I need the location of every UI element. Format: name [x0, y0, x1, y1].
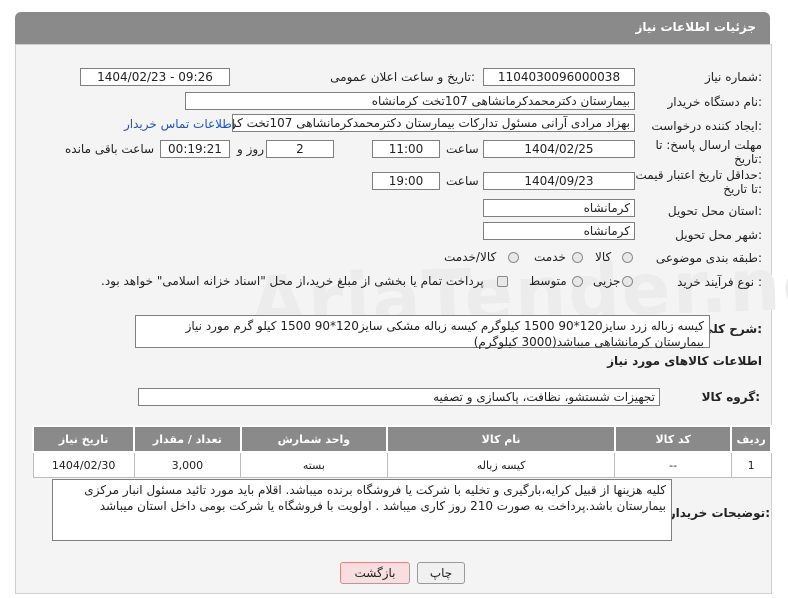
treasury-payment-note: پرداخت تمام یا بخشی از مبلغ خرید،از محل … [101, 274, 484, 288]
deadline-label: مهلت ارسال پاسخ: تا [655, 138, 762, 152]
validity-label: حداقل تاریخ اعتبار قیمت: [635, 168, 762, 182]
province-label: استان محل تحویل: [667, 204, 762, 218]
process-medium-radio[interactable] [572, 276, 583, 287]
province-field[interactable]: کرمانشاه [483, 199, 635, 217]
treasury-payment-checkbox[interactable] [497, 276, 508, 287]
days-remaining-field[interactable]: 2 [266, 140, 334, 158]
buyer-org-field[interactable]: بیمارستان دکترمحمدکرمانشاهی 107تخت کرمان… [185, 92, 635, 110]
need-number-label: شماره نیاز: [704, 70, 762, 84]
cell-unit: بسته [240, 451, 388, 478]
time-remaining-field[interactable]: 00:19:21 [160, 140, 230, 158]
cell-row-number: 1 [730, 451, 772, 478]
announce-datetime-label: تاریخ و ساعت اعلان عمومی: [330, 70, 475, 84]
print-button[interactable]: چاپ [417, 562, 465, 584]
category-both-radio[interactable] [508, 252, 519, 263]
col-header-need-date: تاریخ نیاز [31, 425, 136, 453]
buyer-notes-textarea[interactable]: کلیه هزینها از قبیل کرایه،بارگیری و تخلی… [52, 479, 672, 541]
category-both-label: کالا/خدمت [444, 250, 497, 264]
days-label: روز و [237, 142, 264, 156]
buyer-notes-label: توضیحات خریدار: [668, 506, 770, 520]
col-header-item-code: کد کالا [613, 425, 733, 453]
col-header-item-name: نام کالا [386, 425, 616, 453]
category-service-radio[interactable] [572, 252, 583, 263]
cell-need-date: 1404/02/30 [32, 451, 135, 478]
goods-table: ردیف کد کالا نام کالا واحد شمارش تعداد /… [31, 425, 772, 478]
cell-item-name: کیسه زباله [386, 451, 616, 478]
col-header-unit: واحد شمارش [239, 425, 389, 453]
table-row[interactable]: 1 -- کیسه زباله بسته 3,000 1404/02/30 [32, 451, 772, 478]
deadline-date-field[interactable]: 1404/02/25 [483, 140, 635, 158]
need-number-field[interactable]: 1104030096000038 [483, 68, 635, 86]
city-field[interactable]: کرمانشاه [483, 222, 635, 240]
process-type-label: نوع فرآیند خرید : [677, 275, 762, 289]
validity-date-field[interactable]: 1404/09/23 [483, 172, 635, 190]
process-minor-radio[interactable] [622, 276, 633, 287]
cell-quantity: 3,000 [133, 451, 242, 478]
table-header-row: ردیف کد کالا نام کالا واحد شمارش تعداد /… [31, 425, 772, 453]
validity-date-label: تا تاریخ: [723, 182, 762, 196]
page-title: جزئیات اطلاعات نیاز [635, 20, 756, 34]
goods-section-title: اطلاعات کالاهای مورد نیاز [607, 354, 762, 368]
category-goods-label: کالا [595, 250, 612, 264]
header-bar: جزئیات اطلاعات نیاز [15, 12, 770, 44]
buyer-org-label: نام دستگاه خریدار: [667, 95, 763, 109]
category-goods-radio[interactable] [622, 252, 633, 263]
deadline-date-label: تاریخ: [734, 152, 762, 166]
back-button[interactable]: بازگشت [340, 562, 410, 584]
deadline-time-field[interactable]: 11:00 [372, 140, 440, 158]
validity-time-label: ساعت [446, 174, 479, 188]
creator-label: ایجاد کننده درخواست: [651, 119, 762, 133]
deadline-time-label: ساعت [446, 142, 479, 156]
col-header-quantity: تعداد / مقدار [133, 425, 242, 453]
city-label: شهر محل تحویل: [675, 228, 762, 242]
validity-time-field[interactable]: 19:00 [372, 172, 440, 190]
announce-datetime-field[interactable]: 1404/02/23 - 09:26 [80, 68, 230, 86]
time-remaining-label: ساعت باقی مانده [65, 142, 155, 156]
creator-field[interactable]: بهزاد مرادی آرانی مسئول تدارکات بیمارستا… [232, 114, 635, 132]
process-medium-label: متوسط [529, 274, 567, 288]
cell-item-code: -- [614, 451, 732, 478]
goods-group-field[interactable]: تجهیزات شستشو، نظافت، پاکسازی و تصفیه [138, 388, 660, 406]
category-label: طبقه بندی موضوعی: [655, 251, 762, 265]
description-textarea[interactable]: کیسه زباله زرد سایز120*90 1500 کیلوگرم ک… [135, 315, 710, 349]
col-header-row-number: ردیف [730, 425, 772, 453]
process-minor-label: جزیی [593, 274, 621, 288]
goods-group-label: گروه کالا: [701, 390, 760, 404]
category-service-label: خدمت [534, 250, 566, 264]
buyer-contact-link[interactable]: اطلاعات تماس خریدار [124, 117, 235, 131]
